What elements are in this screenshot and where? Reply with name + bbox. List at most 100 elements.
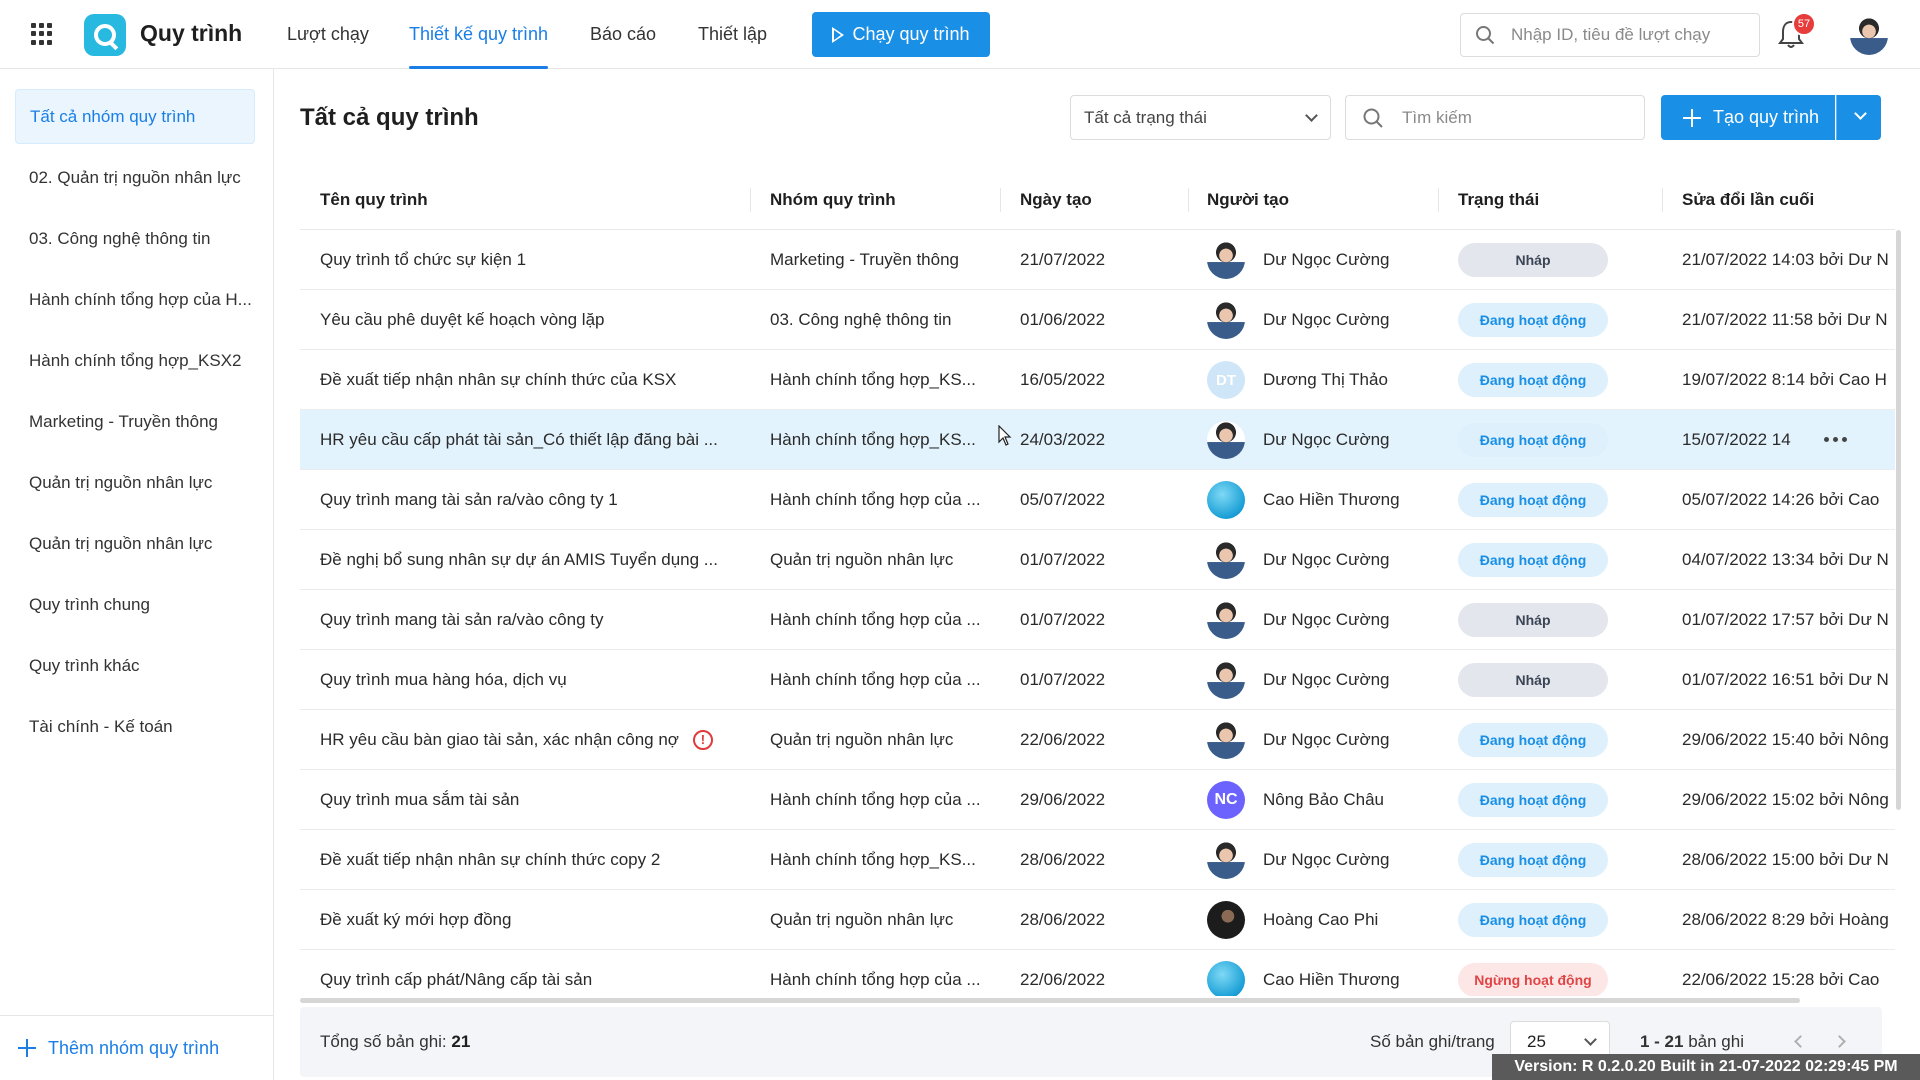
table-row[interactable]: Đề nghị bổ sung nhân sự dự án AMIS Tuyển… [300,530,1895,590]
sidebar-item-group[interactable]: Hành chính tổng hợp_KSX2 [15,333,255,388]
table-row[interactable]: Quy trình mang tài sản ra/vào công ty 1 H… [300,470,1895,530]
user-avatar[interactable] [1850,17,1888,55]
more-options-icon[interactable] [1824,437,1847,442]
table-row[interactable]: Quy trình mang tài sản ra/vào công ty Hàn… [300,590,1895,650]
table-row[interactable]: Đề xuất ký mới hợp đồng Quản trị nguồn nh… [300,890,1895,950]
creator-name: Dư Ngọc Cường [1263,650,1463,710]
column-header-last-modified[interactable]: Sửa đổi lần cuối [1682,190,1814,210]
creator-name: Dư Ngọc Cường [1263,530,1463,590]
process-group-text: Hành chính tổng hợp của ... [770,970,981,989]
process-name[interactable]: Đề xuất tiếp nhận nhân sự chính thức cop… [320,830,740,890]
process-name[interactable]: HR yêu cầu bàn giao tài sản, xác nhận cô… [320,710,740,770]
column-divider[interactable] [750,188,751,212]
column-header-group[interactable]: Nhóm quy trình [770,190,896,210]
sidebar-item-group[interactable]: Quy trình chung [15,577,255,632]
created-date: 24/03/2022 [1020,410,1170,470]
column-header-created-date[interactable]: Ngày tạo [1020,190,1092,210]
sidebar-item-group[interactable]: Quy trình khác [15,638,255,693]
process-name[interactable]: Quy trình tổ chức sự kiện 1 [320,230,740,290]
created-date: 29/06/2022 [1020,770,1170,830]
tab-thiet-lap[interactable]: Thiết lập [698,24,767,69]
top-bar: Quy trình Lượt chạy Thiết kế quy trình B… [0,0,1920,69]
process-name[interactable]: Đề xuất tiếp nhận nhân sự chính thức của… [320,350,740,410]
tab-luot-chay[interactable]: Lượt chạy [287,24,369,69]
column-header-status[interactable]: Trạng thái [1458,190,1539,210]
create-process-button[interactable]: Tạo quy trình [1661,95,1835,140]
app-logo-icon [84,14,126,56]
status-badge: Đang hoạt động [1458,483,1608,517]
creator-avatar [1207,241,1245,279]
creator-name-text: Nông Bảo Châu [1263,790,1384,809]
creator-avatar [1207,901,1245,939]
create-options-button[interactable] [1836,95,1881,140]
sidebar-item-group[interactable]: 03. Công nghệ thông tin [15,211,255,266]
run-search-input[interactable]: Nhập ID, tiêu đề lượt chạy [1460,13,1760,57]
total-records: Tổng số bản ghi: 21 [320,1032,470,1052]
column-divider[interactable] [1188,188,1189,212]
process-search-input[interactable]: Tìm kiếm [1345,95,1645,140]
process-name-text: HR yêu cầu bàn giao tài sản, xác nhận cô… [320,730,679,749]
process-group: Quản trị nguồn nhân lực [770,890,990,950]
column-divider[interactable] [1438,188,1439,212]
previous-page-icon[interactable] [1794,1035,1807,1048]
creator-avatar [1207,661,1245,699]
table-row[interactable]: Đề xuất tiếp nhận nhân sự chính thức cop… [300,830,1895,890]
creator-name: Dư Ngọc Cường [1263,230,1463,290]
table-row[interactable]: Quy trình mua sắm tài sản Hành chính tổng… [300,770,1895,830]
app-name: Quy trình [140,20,243,46]
process-group: 03. Công nghệ thông tin [770,290,990,350]
process-name[interactable]: Yêu cầu phê duyệt kế hoạch vòng lặp [320,290,740,350]
run-process-button[interactable]: Chạy quy trình [812,12,990,57]
column-divider[interactable] [1000,188,1001,212]
process-group-text: Quản trị nguồn nhân lực [770,730,954,749]
process-group-text: Hành chính tổng hợp_KS... [770,430,976,449]
creator-avatar [1207,601,1245,639]
sidebar-item-group[interactable]: Quản trị nguồn nhân lực [15,516,255,571]
tab-thiet-ke-quy-trinh[interactable]: Thiết kế quy trình [409,24,549,69]
sidebar-item-group[interactable]: Quản trị nguồn nhân lực [15,455,255,510]
created-date: 01/07/2022 [1020,590,1170,650]
table-row[interactable]: HR yêu cầu bàn giao tài sản, xác nhận cô… [300,710,1895,770]
next-page-icon[interactable] [1833,1035,1846,1048]
table-row[interactable]: Yêu cầu phê duyệt kế hoạch vòng lặp 03. C… [300,290,1895,350]
process-name[interactable]: Đề nghị bổ sung nhân sự dự án AMIS Tuyển… [320,530,740,590]
process-name-text: Đề nghị bổ sung nhân sự dự án AMIS Tuyển… [320,550,718,569]
last-modified-text: 21/07/2022 11:58 bởi Dư N [1682,310,1888,329]
process-name[interactable]: Quy trình mua sắm tài sản [320,770,740,830]
sidebar-item-group[interactable]: Tài chính - Kế toán [15,699,255,754]
process-name[interactable]: Quy trình cấp phát/Nâng cấp tài sản [320,950,740,996]
vertical-scrollbar[interactable] [1896,230,1901,810]
process-name[interactable]: Quy trình mang tài sản ra/vào công ty 1 [320,470,740,530]
process-name[interactable]: Quy trình mua hàng hóa, dịch vụ [320,650,740,710]
column-header-creator[interactable]: Người tạo [1207,190,1289,210]
status-filter-select[interactable]: Tất cả trạng thái [1070,95,1331,140]
process-name[interactable]: HR yêu cầu cấp phát tài sản_Có thiết lập… [320,410,740,470]
warning-icon: ! [692,730,713,750]
table-row[interactable]: Đề xuất tiếp nhận nhân sự chính thức của… [300,350,1895,410]
last-modified: 01/07/2022 16:51 bởi Dư N [1682,650,1895,710]
column-header-name[interactable]: Tên quy trình [320,190,428,210]
notification-badge: 57 [1792,12,1816,36]
horizontal-scrollbar[interactable] [300,998,1800,1003]
add-group-button[interactable]: Thêm nhóm quy trình [0,1015,274,1080]
app-grid-icon[interactable] [31,23,53,45]
table-row[interactable]: Quy trình mua hàng hóa, dịch vụ Hành chín… [300,650,1895,710]
sidebar-item-group[interactable]: Hành chính tổng hợp của H... [15,272,255,327]
status-badge: Đang hoạt động [1458,783,1608,817]
process-group: Quản trị nguồn nhân lực [770,710,990,770]
table-row[interactable]: Quy trình cấp phát/Nâng cấp tài sản Hành … [300,950,1895,996]
page-title: Tất cả quy trình [300,104,479,131]
sidebar-item-group[interactable]: Marketing - Truyền thông [15,394,255,449]
process-name[interactable]: Đề xuất ký mới hợp đồng [320,890,740,950]
column-divider[interactable] [1662,188,1663,212]
sidebar-item-all-groups[interactable]: Tất cả nhóm quy trình [15,89,255,144]
tab-bao-cao[interactable]: Báo cáo [590,24,656,69]
created-date-text: 22/06/2022 [1020,970,1106,989]
creator-name-text: Dư Ngọc Cường [1263,550,1390,569]
process-group: Hành chính tổng hợp_KS... [770,830,990,890]
table-row[interactable]: Quy trình tổ chức sự kiện 1 Marketing - T… [300,230,1895,290]
process-name[interactable]: Quy trình mang tài sản ra/vào công ty [320,590,740,650]
table-row[interactable]: HR yêu cầu cấp phát tài sản_Có thiết lập… [300,410,1895,470]
sidebar-item-group[interactable]: 02. Quản trị nguồn nhân lực [15,150,255,205]
process-group: Hành chính tổng hợp của ... [770,950,990,996]
